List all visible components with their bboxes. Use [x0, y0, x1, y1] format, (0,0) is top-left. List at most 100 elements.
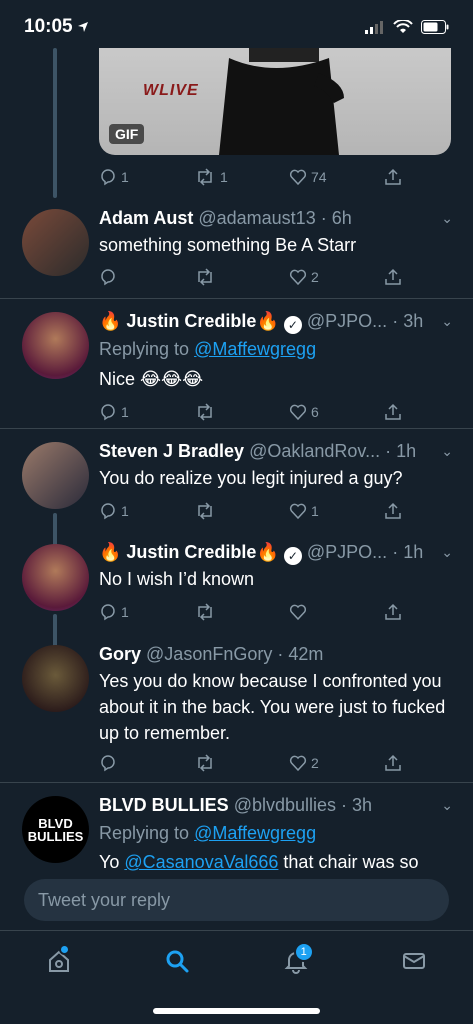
reply-feed[interactable]: WLIVE GIF 1 1 74 Adam Aust @adamaust13 ·… [0, 48, 473, 873]
reply-button[interactable]: 1 [99, 166, 194, 188]
reply-tweet[interactable]: 🔥 Justin Credible🔥 ✓ @PJPO... · 1h ⌄ No … [0, 530, 473, 630]
share-button[interactable] [384, 266, 414, 288]
gif-media[interactable]: WLIVE GIF [99, 48, 451, 155]
avatar[interactable] [22, 209, 89, 276]
tab-notifications[interactable]: 1 [266, 936, 326, 986]
reply-composer-input[interactable]: Tweet your reply [24, 879, 449, 921]
home-indicator[interactable] [153, 1008, 320, 1014]
status-bar: 10:05 [0, 0, 473, 54]
like-button[interactable]: 74 [289, 166, 384, 188]
chevron-down-icon[interactable]: ⌄ [441, 313, 453, 330]
like-count: 74 [311, 169, 327, 185]
chevron-down-icon[interactable]: ⌄ [441, 210, 453, 227]
like-count: 2 [311, 269, 319, 285]
tab-home[interactable] [29, 936, 89, 986]
notifications-badge: 1 [293, 942, 314, 962]
author-handle[interactable]: @JasonFnGory [146, 644, 272, 664]
retweet-button[interactable] [194, 601, 289, 623]
share-button[interactable] [384, 752, 414, 774]
like-count: 1 [311, 503, 319, 519]
tweet-header: Gory @JasonFnGory · 42m [99, 644, 433, 665]
author-handle[interactable]: @OaklandRov... [249, 441, 380, 461]
reply-icon [101, 755, 115, 772]
reply-count: 1 [121, 604, 129, 620]
status-time: 10:05 [24, 16, 89, 38]
reply-icon [101, 503, 115, 520]
author-name[interactable]: Adam Aust [99, 208, 193, 228]
tab-search[interactable] [147, 936, 207, 986]
chevron-down-icon[interactable]: ⌄ [441, 797, 453, 814]
author-name[interactable]: 🔥 Justin Credible🔥 [99, 311, 279, 331]
like-button[interactable]: 2 [289, 266, 384, 288]
author-name[interactable]: Steven J Bradley [99, 441, 244, 461]
like-count: 6 [311, 404, 319, 420]
replying-to-link[interactable]: @Maffewgregg [194, 823, 316, 843]
tweet-text: You do realize you legit injured a guy? [99, 468, 403, 488]
share-icon [385, 502, 401, 519]
retweet-button[interactable] [194, 752, 289, 774]
share-button[interactable] [384, 601, 414, 623]
author-handle[interactable]: @PJPO... [307, 311, 387, 331]
avatar[interactable] [22, 544, 89, 611]
reply-tweet[interactable]: Adam Aust @adamaust13 · 6h ⌄ something s… [0, 196, 473, 296]
reply-button[interactable] [99, 752, 194, 774]
like-button[interactable] [289, 601, 384, 623]
tab-messages[interactable] [384, 936, 444, 986]
replying-to-link[interactable]: @Maffewgregg [194, 339, 316, 359]
retweet-button[interactable] [194, 401, 289, 423]
reply-button[interactable]: 1 [99, 500, 194, 522]
tweet-text: something something Be A Starr [99, 235, 357, 255]
reply-button[interactable] [99, 266, 194, 288]
reply-tweet[interactable]: Gory @JasonFnGory · 42m Yes you do know … [0, 632, 473, 780]
like-button[interactable]: 6 [289, 401, 384, 423]
tweet-time: · 42m [277, 644, 324, 664]
heart-icon [289, 604, 307, 621]
chevron-down-icon[interactable]: ⌄ [441, 544, 453, 561]
share-button[interactable] [384, 500, 414, 522]
retweet-icon [198, 268, 212, 286]
author-handle[interactable]: @adamaust13 [198, 208, 315, 228]
share-icon [385, 403, 401, 420]
tweet-actions: 2 [99, 752, 419, 774]
tweet-time: · 1h [385, 441, 417, 461]
avatar[interactable] [22, 312, 89, 379]
retweet-button[interactable] [194, 500, 289, 522]
replying-to: Replying to @Maffewgregg [99, 339, 316, 360]
share-button[interactable] [384, 401, 414, 423]
reply-count: 1 [121, 404, 129, 420]
retweet-button[interactable]: 1 [194, 166, 289, 188]
reply-tweet[interactable]: Steven J Bradley @OaklandRov... · 1h ⌄ Y… [0, 428, 473, 529]
avatar[interactable]: BLVD BULLIES [22, 796, 89, 863]
avatar[interactable] [22, 645, 89, 712]
retweet-count: 1 [220, 169, 228, 185]
reply-button[interactable]: 1 [99, 601, 194, 623]
author-handle[interactable]: @PJPO... [307, 542, 387, 562]
reply-tweet[interactable]: 🔥 Justin Credible🔥 ✓ @PJPO... · 3h ⌄ Rep… [0, 298, 473, 427]
share-icon [385, 754, 401, 771]
author-name[interactable]: Gory [99, 644, 141, 664]
reply-icon [101, 404, 115, 421]
author-name[interactable]: 🔥 Justin Credible🔥 [99, 542, 279, 562]
author-name[interactable]: BLVD BULLIES [99, 795, 229, 815]
share-button[interactable] [384, 166, 414, 188]
heart-icon [289, 269, 307, 286]
retweet-button[interactable] [194, 266, 289, 288]
tweet-actions: 1 1 74 [99, 166, 419, 188]
verified-badge-icon: ✓ [283, 316, 302, 334]
reply-tweet[interactable]: BLVD BULLIES BLVD BULLIES @blvdbullies · … [0, 782, 473, 873]
avatar[interactable] [22, 442, 89, 509]
retweet-icon [198, 403, 212, 421]
like-button[interactable]: 2 [289, 752, 384, 774]
author-handle[interactable]: @blvdbullies [234, 795, 336, 815]
like-button[interactable]: 1 [289, 500, 384, 522]
reply-button[interactable]: 1 [99, 401, 194, 423]
retweet-icon [198, 502, 212, 520]
battery-icon [421, 20, 449, 34]
reply-count: 1 [121, 503, 129, 519]
retweet-icon [198, 168, 212, 186]
chevron-down-icon[interactable]: ⌄ [441, 443, 453, 460]
heart-icon [289, 503, 307, 520]
tweet-text: Yo @CasanovaVal666 that chair was so [99, 849, 453, 873]
reply-count: 1 [121, 169, 129, 185]
mention-link[interactable]: @CasanovaVal666 [124, 852, 278, 872]
